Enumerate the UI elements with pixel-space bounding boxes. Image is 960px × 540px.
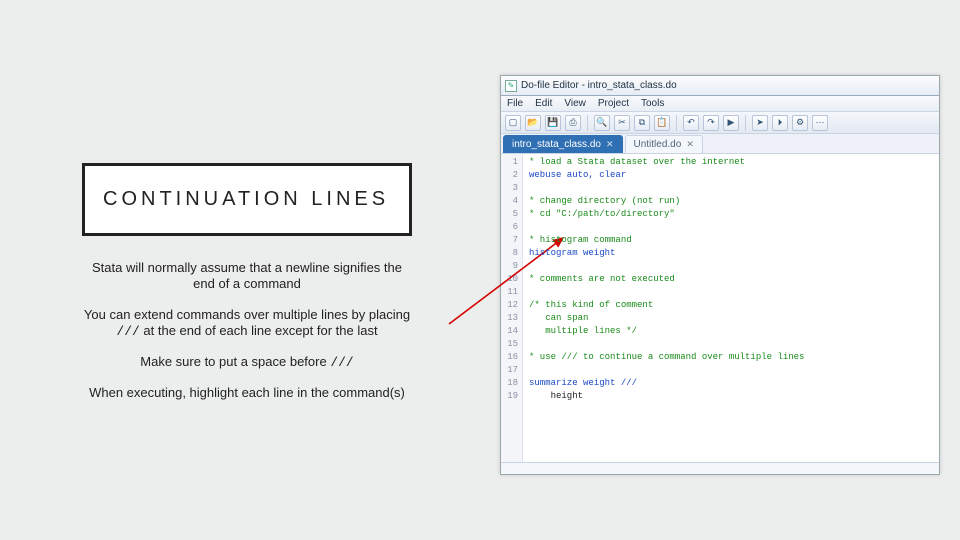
redo-button[interactable]: ↷ <box>703 115 719 131</box>
undo-button[interactable]: ↶ <box>683 115 699 131</box>
open-button[interactable]: 📂 <box>525 115 541 131</box>
menu-file[interactable]: File <box>507 98 523 109</box>
slide-title-box: CONTINUATION LINES <box>82 163 412 236</box>
menu-project[interactable]: Project <box>598 98 629 109</box>
window-title: Do-file Editor - intro_stata_class.do <box>521 80 677 91</box>
tab-intro-stata[interactable]: intro_stata_class.do ✕ <box>503 135 623 153</box>
paste-button[interactable]: 📋 <box>654 115 670 131</box>
bullet-2a: You can extend commands over multiple li… <box>84 307 410 322</box>
code-line: * histogram command <box>529 234 933 247</box>
code-line: * change directory (not run) <box>529 195 933 208</box>
bullet-2c: at the end of each line except for the l… <box>140 323 378 338</box>
bullet-1: Stata will normally assume that a newlin… <box>82 260 412 293</box>
bullet-3: Make sure to put a space before /// <box>82 354 412 371</box>
code-line <box>529 338 933 351</box>
toolbar: ▢📂💾⎙ 🔍✂⧉📋 ↶↷▶ ➤⏵⚙⋯ <box>501 112 939 134</box>
bullet-3b: /// <box>330 355 353 370</box>
tab-label: Untitled.do <box>634 139 682 150</box>
run-do-button[interactable]: ⏵ <box>772 115 788 131</box>
code-line: height <box>529 390 933 403</box>
run-line-button[interactable]: ➤ <box>752 115 768 131</box>
tab-label: intro_stata_class.do <box>512 139 601 150</box>
close-icon[interactable]: ✕ <box>606 139 614 150</box>
bullet-3a: Make sure to put a space before <box>140 354 330 369</box>
menu-edit[interactable]: Edit <box>535 98 552 109</box>
bullet-2b: /// <box>116 324 139 339</box>
code-line: can span <box>529 312 933 325</box>
window-titlebar[interactable]: ✎ Do-file Editor - intro_stata_class.do <box>501 76 939 96</box>
menubar: File Edit View Project Tools <box>501 96 939 112</box>
misc1-button[interactable]: ⚙ <box>792 115 808 131</box>
code-line: * use /// to continue a command over mul… <box>529 351 933 364</box>
code-line: multiple lines */ <box>529 325 933 338</box>
code-line: * comments are not executed <box>529 273 933 286</box>
save-button[interactable]: 💾 <box>545 115 561 131</box>
code-line: summarize weight /// <box>529 377 933 390</box>
code-line: * cd "C:/path/to/directory" <box>529 208 933 221</box>
code-area[interactable]: 12345678910111213141516171819 * load a S… <box>501 154 939 462</box>
dofile-editor-window: ✎ Do-file Editor - intro_stata_class.do … <box>500 75 940 475</box>
menu-tools[interactable]: Tools <box>641 98 664 109</box>
code-line <box>529 403 933 416</box>
code-line <box>529 286 933 299</box>
print-button[interactable]: ⎙ <box>565 115 581 131</box>
menu-view[interactable]: View <box>564 98 586 109</box>
code-line <box>529 182 933 195</box>
code-line: /* this kind of comment <box>529 299 933 312</box>
bullet-4: When executing, highlight each line in t… <box>82 385 412 401</box>
slide-body: Stata will normally assume that a newlin… <box>82 260 412 416</box>
new-button[interactable]: ▢ <box>505 115 521 131</box>
code-line <box>529 260 933 273</box>
statusbar <box>501 462 939 474</box>
misc2-button[interactable]: ⋯ <box>812 115 828 131</box>
cut-button[interactable]: ✂ <box>614 115 630 131</box>
close-icon[interactable]: ✕ <box>686 139 694 150</box>
app-icon: ✎ <box>505 80 517 92</box>
code-line: * load a Stata dataset over the internet <box>529 156 933 169</box>
bullet-2: You can extend commands over multiple li… <box>82 307 412 341</box>
code-text[interactable]: * load a Stata dataset over the internet… <box>523 154 939 462</box>
code-line: webuse auto, clear <box>529 169 933 182</box>
tabstrip: intro_stata_class.do ✕ Untitled.do ✕ <box>501 134 939 154</box>
run-sel-button[interactable]: ▶ <box>723 115 739 131</box>
copy-button[interactable]: ⧉ <box>634 115 650 131</box>
slide-title: CONTINUATION LINES <box>103 188 391 211</box>
tab-untitled[interactable]: Untitled.do ✕ <box>625 135 703 153</box>
code-line: histogram weight <box>529 247 933 260</box>
code-line <box>529 221 933 234</box>
search-button[interactable]: 🔍 <box>594 115 610 131</box>
line-gutter: 12345678910111213141516171819 <box>501 154 523 462</box>
